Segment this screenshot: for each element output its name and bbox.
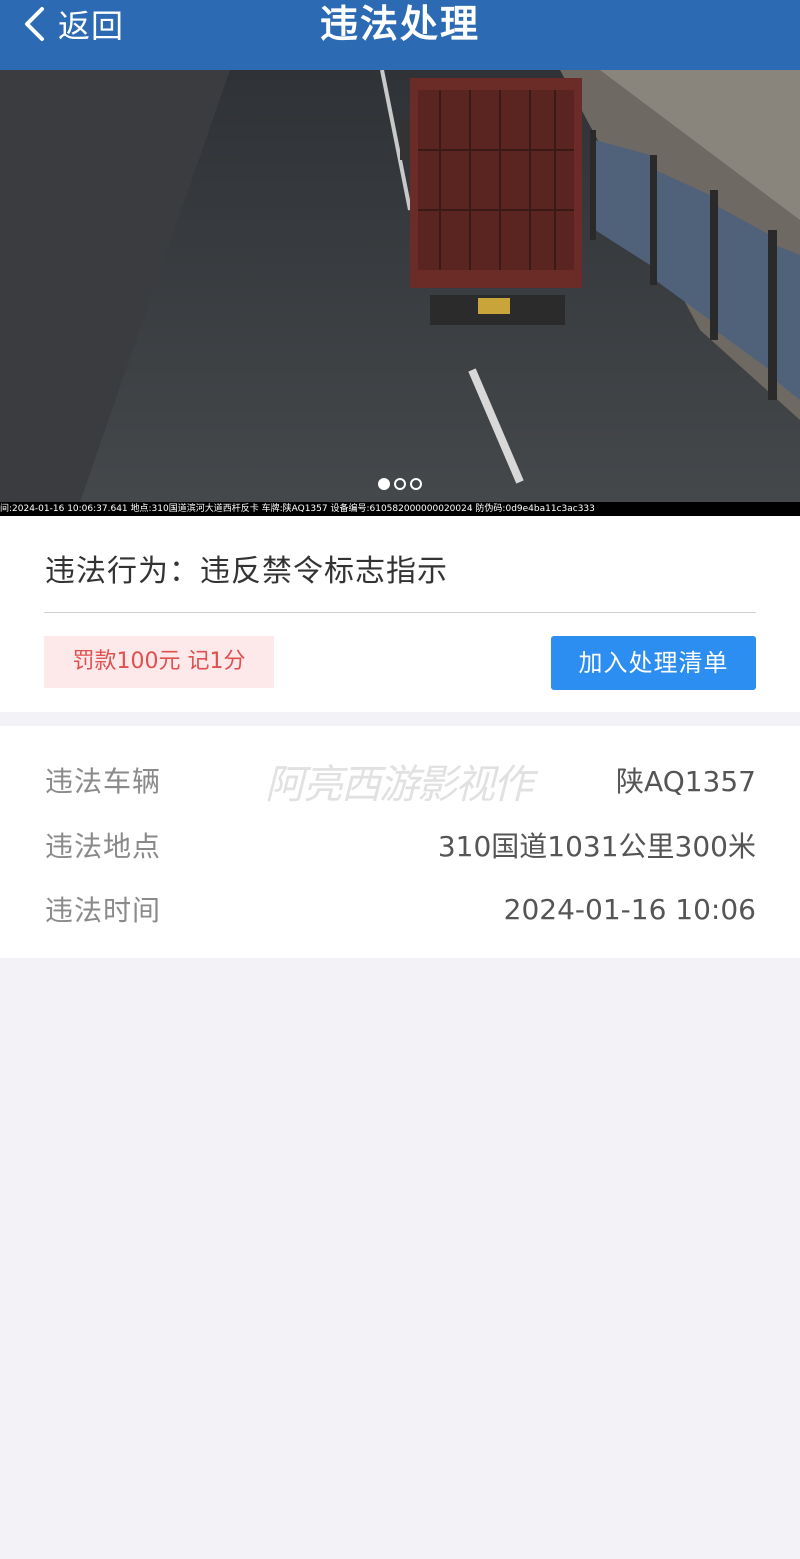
time-label: 违法时间 <box>45 894 162 927</box>
top-nav-bar: 返回 违法处理 <box>0 0 800 70</box>
violation-photo <box>0 70 800 502</box>
detail-row-location: 违法地点 310国道1031公里300米 <box>45 825 756 865</box>
carousel-indicator <box>0 478 800 490</box>
detail-row-vehicle: 违法车辆 陕AQ1357 <box>45 760 756 800</box>
location-label: 违法地点 <box>45 830 162 863</box>
violation-behavior: 违法行为：违反禁令标志指示 <box>45 554 448 589</box>
page-title: 违法处理 <box>319 2 480 46</box>
vehicle-label: 违法车辆 <box>45 765 162 798</box>
carousel-dot-2[interactable] <box>394 478 406 490</box>
violation-summary-card: 违法行为：违反禁令标志指示 罚款100元 记1分 加入处理清单 <box>0 516 800 712</box>
time-value: 2024-01-16 10:06 <box>503 892 756 926</box>
photo-caption: 间:2024-01-16 10:06:37.641 地点:310国道滨河大道西杆… <box>0 502 800 516</box>
vehicle-value: 陕AQ1357 <box>616 765 756 798</box>
carousel-dot-1[interactable] <box>378 478 390 490</box>
location-value: 310国道1031公里300米 <box>437 830 756 863</box>
divider <box>44 612 756 613</box>
penalty-badge: 罚款100元 记1分 <box>44 636 274 688</box>
violation-details-card: 阿亮西游影视作 违法车辆 陕AQ1357 违法地点 310国道1031公里300… <box>0 726 800 958</box>
add-to-list-button[interactable]: 加入处理清单 <box>551 636 756 690</box>
violation-photo-carousel[interactable]: 间:2024-01-16 10:06:37.641 地点:310国道滨河大道西杆… <box>0 70 800 516</box>
detail-row-time: 违法时间 2024-01-16 10:06 <box>45 889 756 929</box>
carousel-dot-3[interactable] <box>410 478 422 490</box>
